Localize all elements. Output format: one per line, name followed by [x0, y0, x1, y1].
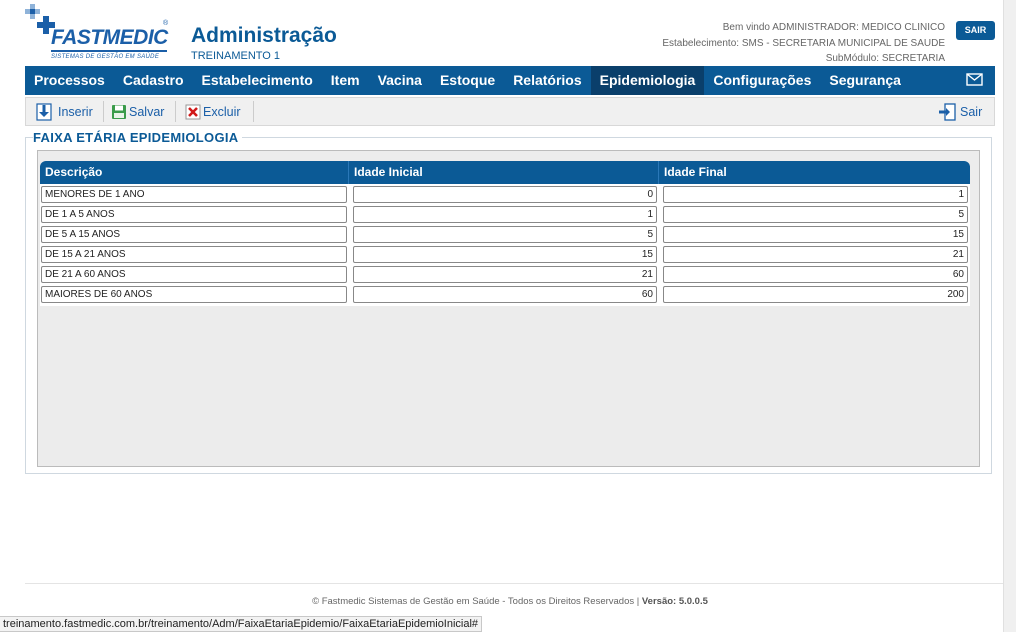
table-row: DE 1 A 5 ANOS 1 5 [40, 204, 970, 224]
download-arrow-icon [36, 102, 52, 121]
delete-label: Excluir [203, 104, 241, 119]
content-panel: Descrição Idade Inicial Idade Final MENO… [25, 137, 992, 474]
welcome-text: Bem vindo ADMINISTRADOR: MEDICO CLINICO [722, 22, 945, 33]
toolbar: Inserir Salvar Excluir Sair [25, 97, 995, 126]
nav-vacina[interactable]: Vacina [369, 66, 431, 95]
footer-version: Versão: 5.0.0.5 [641, 596, 708, 607]
main-nav: Processos Cadastro Estabelecimento Item … [25, 66, 995, 95]
descricao-field[interactable]: DE 1 A 5 ANOS [41, 206, 347, 223]
nav-epidemiologia[interactable]: Epidemiologia [590, 66, 705, 95]
establishment-text: Estabelecimento: SMS - SECRETARIA MUNICI… [662, 37, 945, 49]
delete-x-icon [185, 104, 201, 119]
descricao-field[interactable]: MAIORES DE 60 ANOS [41, 286, 347, 303]
idade-final-field[interactable]: 200 [663, 286, 968, 303]
registered-mark: ® [163, 20, 169, 27]
table-row: DE 5 A 15 ANOS 5 15 [40, 224, 970, 244]
page-scrollbar[interactable] [1003, 0, 1016, 632]
exit-button[interactable]: Sair [938, 98, 982, 125]
nav-processos[interactable]: Processos [25, 66, 114, 95]
idade-inicial-field[interactable]: 60 [353, 286, 657, 303]
logo-underline [51, 50, 167, 52]
nav-seguranca[interactable]: Segurança [820, 66, 910, 95]
idade-inicial-field[interactable]: 21 [353, 266, 657, 283]
table-row: DE 15 A 21 ANOS 15 21 [40, 244, 970, 264]
user-info: Bem vindo ADMINISTRADOR: MEDICO CLINICO … [662, 20, 945, 67]
table-row: MENORES DE 1 ANO 0 1 [40, 184, 970, 204]
exit-label: Sair [960, 104, 983, 119]
app-shell: FASTMEDIC ® SISTEMAS DE GESTÃO EM SAÚDE … [25, 0, 1003, 632]
idade-inicial-field[interactable]: 0 [353, 186, 657, 203]
footer-copyright: © Fastmedic Sistemas de Gestão em Saúde … [312, 596, 642, 607]
insert-button[interactable]: Inserir [36, 98, 93, 125]
idade-final-field[interactable]: 60 [663, 266, 968, 283]
idade-final-field[interactable]: 5 [663, 206, 968, 223]
page-title: Administração [191, 24, 337, 47]
submodule-text: SubMódulo: SECRETARIA [825, 53, 945, 64]
column-header-idade-inicial[interactable]: Idade Inicial [349, 161, 659, 184]
section-title: FAIXA ETÁRIA EPIDEMIOLOGIA [33, 130, 243, 145]
descricao-field[interactable]: DE 5 A 15 ANOS [41, 226, 347, 243]
idade-final-field[interactable]: 21 [663, 246, 968, 263]
toolbar-divider [175, 101, 176, 122]
nav-item[interactable]: Item [322, 66, 369, 95]
idade-final-field[interactable]: 15 [663, 226, 968, 243]
page-subtitle: TREINAMENTO 1 [191, 50, 281, 62]
table-row: DE 21 A 60 ANOS 21 60 [40, 264, 970, 284]
nav-configuracoes[interactable]: Configurações [704, 66, 820, 95]
column-header-idade-final[interactable]: Idade Final [659, 161, 970, 184]
exit-door-icon [939, 102, 956, 121]
browser-status-url: treinamento.fastmedic.com.br/treinamento… [0, 616, 483, 632]
grid-header: Descrição Idade Inicial Idade Final [40, 161, 970, 184]
descricao-field[interactable]: MENORES DE 1 ANO [41, 186, 347, 203]
nav-cadastro[interactable]: Cadastro [114, 66, 193, 95]
nav-estabelecimento[interactable]: Estabelecimento [193, 66, 322, 95]
toolbar-divider [253, 101, 254, 122]
age-range-grid: Descrição Idade Inicial Idade Final MENO… [37, 150, 980, 467]
logo-brand-text: FASTMEDIC [51, 26, 168, 49]
table-row: MAIORES DE 60 ANOS 60 200 [40, 284, 970, 304]
column-header-descricao[interactable]: Descrição [40, 161, 349, 184]
descricao-field[interactable]: DE 15 A 21 ANOS [41, 246, 347, 263]
footer-divider [25, 583, 1003, 584]
idade-inicial-field[interactable]: 15 [353, 246, 657, 263]
nav-estoque[interactable]: Estoque [431, 66, 504, 95]
idade-inicial-field[interactable]: 1 [353, 206, 657, 223]
idade-inicial-field[interactable]: 5 [353, 226, 657, 243]
logout-button[interactable]: SAIR [956, 21, 995, 40]
envelope-icon[interactable] [966, 73, 983, 86]
insert-label: Inserir [58, 104, 93, 119]
nav-relatorios[interactable]: Relatórios [504, 66, 590, 95]
logo-tagline: SISTEMAS DE GESTÃO EM SAÚDE [51, 54, 160, 60]
header: FASTMEDIC ® SISTEMAS DE GESTÃO EM SAÚDE … [25, 0, 995, 66]
footer: © Fastmedic Sistemas de Gestão em Saúde … [25, 596, 995, 607]
grid-body: MENORES DE 1 ANO 0 1 DE 1 A 5 ANOS 1 5 D… [40, 184, 970, 306]
delete-button[interactable]: Excluir [185, 98, 241, 125]
toolbar-divider [103, 101, 104, 122]
save-disk-icon [112, 104, 126, 119]
idade-final-field[interactable]: 1 [663, 186, 968, 203]
descricao-field[interactable]: DE 21 A 60 ANOS [41, 266, 347, 283]
save-label: Salvar [129, 104, 165, 119]
fastmedic-logo[interactable]: FASTMEDIC ® SISTEMAS DE GESTÃO EM SAÚDE [25, 4, 175, 62]
save-button[interactable]: Salvar [111, 98, 164, 125]
